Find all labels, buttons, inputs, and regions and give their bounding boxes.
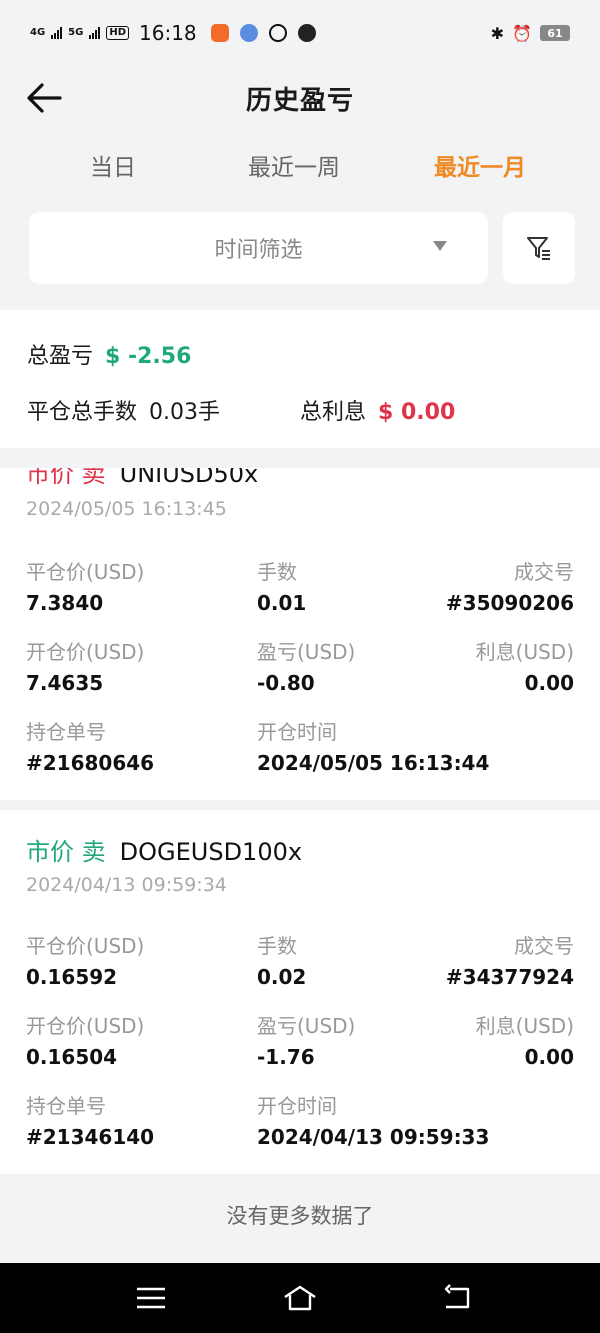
period-tabs: 当日 最近一周 最近一月 [0, 140, 600, 190]
order-time: 2024/05/05 16:13:45 [26, 498, 227, 520]
order-title: 市价 卖 UNIUSD50x [26, 468, 258, 489]
time-filter-placeholder: 时间筛选 [214, 238, 303, 263]
interest-label: 利息(USD) [475, 1014, 574, 1038]
total-pnl-label: 总盈亏 [27, 344, 94, 369]
deal-no-value: #34377924 [445, 965, 574, 989]
interest-label: 利息(USD) [475, 640, 574, 664]
lots-label: 手数 [257, 934, 297, 958]
network-5g-indicator: 5G [68, 27, 84, 38]
interest-value: 0.00 [524, 1045, 574, 1069]
open-price-value: 0.16504 [26, 1045, 118, 1069]
filter-funnel-icon [527, 237, 550, 260]
back-arrow-icon[interactable] [24, 80, 64, 116]
interest-value: 0.00 [524, 671, 574, 695]
no-more-data-text: 没有更多数据了 [226, 1204, 374, 1228]
total-pnl-row: 总盈亏 $ -2.56 [27, 338, 191, 370]
order-time: 2024/04/13 09:59:34 [26, 874, 227, 896]
close-lots-label: 平仓总手数 [27, 400, 138, 425]
tab-last-week[interactable]: 最近一周 [248, 148, 340, 182]
lots-label: 手数 [257, 560, 297, 584]
close-price-label: 平仓价(USD) [26, 934, 145, 958]
total-interest-label: 总利息 [300, 400, 367, 425]
tab-last-month[interactable]: 最近一月 [434, 148, 526, 182]
total-interest-row: 总利息 $ 0.00 [300, 394, 455, 426]
back-nav-icon[interactable] [440, 1283, 476, 1313]
order-symbol: UNIUSD50x [119, 468, 259, 488]
position-no-label: 持仓单号 [26, 720, 106, 744]
hd-badge: HD [106, 26, 130, 40]
battery-icon: 61 [540, 25, 570, 41]
position-no-value: #21346140 [26, 1125, 155, 1149]
open-price-value: 7.4635 [26, 671, 104, 695]
close-lots-value: 0.03手 [149, 400, 221, 425]
order-card[interactable]: 市价 卖 DOGEUSD100x 2024/04/13 09:59:34 平仓价… [0, 810, 600, 1174]
open-price-label: 开仓价(USD) [26, 640, 145, 664]
open-time-label: 开仓时间 [257, 720, 337, 744]
header: 历史盈亏 [0, 66, 600, 130]
lots-value: 0.01 [257, 591, 307, 615]
order-type: 市价 卖 [26, 838, 106, 866]
pnl-value: -1.76 [257, 1045, 315, 1069]
summary-panel: 总盈亏 $ -2.56 平仓总手数 0.03手 总利息 $ 0.00 [0, 310, 600, 448]
app-notification-icon-3 [268, 24, 287, 42]
close-lots-row: 平仓总手数 0.03手 [27, 394, 220, 426]
bluetooth-icon: ✱ [490, 23, 505, 43]
clock: 16:18 [139, 21, 197, 45]
pnl-value: -0.80 [257, 671, 315, 695]
tab-today[interactable]: 当日 [90, 148, 136, 182]
signal-icon [51, 27, 63, 39]
filter-button[interactable] [503, 212, 575, 284]
position-no-value: #21680646 [26, 751, 155, 775]
order-card[interactable]: 市价 卖 UNIUSD50x 2024/05/05 16:13:45 平仓价(U… [0, 468, 600, 800]
app-notification-icon-2 [239, 24, 258, 42]
network-4g-indicator: 4G [30, 27, 46, 38]
alarm-icon: ⏰ [512, 23, 532, 43]
deal-no-value: #35090206 [445, 591, 574, 615]
open-time-value: 2024/05/05 16:13:44 [257, 751, 490, 775]
order-title: 市价 卖 DOGEUSD100x [26, 832, 302, 867]
status-bar: 4G 5G HD 16:18 ✱ ⏰ 61 [0, 0, 600, 66]
position-no-label: 持仓单号 [26, 1094, 106, 1118]
deal-no-label: 成交号 [514, 560, 574, 584]
signal-icon-2 [89, 27, 101, 39]
open-time-value: 2024/04/13 09:59:33 [257, 1125, 490, 1149]
pnl-label: 盈亏(USD) [257, 640, 356, 664]
close-price-label: 平仓价(USD) [26, 560, 145, 584]
caret-down-icon [433, 241, 447, 251]
home-icon[interactable] [282, 1283, 318, 1313]
total-pnl-value: $ -2.56 [105, 344, 192, 369]
pnl-label: 盈亏(USD) [257, 1014, 356, 1038]
time-filter-select[interactable]: 时间筛选 [29, 212, 488, 284]
app-notification-icon-4 [297, 24, 316, 42]
close-price-value: 7.3840 [26, 591, 104, 615]
system-nav-bar [0, 1263, 600, 1333]
lots-value: 0.02 [257, 965, 307, 989]
deal-no-label: 成交号 [514, 934, 574, 958]
close-price-value: 0.16592 [26, 965, 118, 989]
order-type: 市价 卖 [26, 468, 106, 488]
open-time-label: 开仓时间 [257, 1094, 337, 1118]
open-price-label: 开仓价(USD) [26, 1014, 145, 1038]
total-interest-value: $ 0.00 [378, 400, 456, 425]
page-title: 历史盈亏 [245, 85, 354, 116]
order-symbol: DOGEUSD100x [119, 838, 303, 866]
app-notification-icon [210, 24, 229, 42]
menu-icon[interactable] [133, 1283, 169, 1313]
